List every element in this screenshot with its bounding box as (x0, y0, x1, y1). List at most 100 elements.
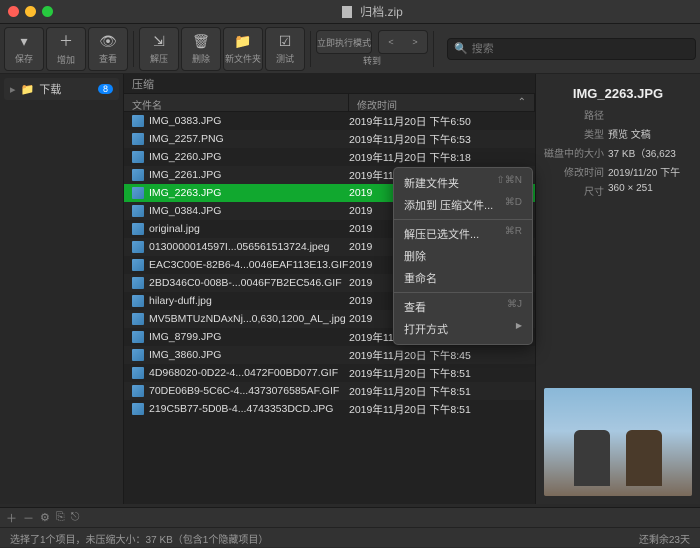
file-time: 2019年11月20日 下午8:18 (349, 150, 527, 165)
search-input[interactable] (472, 43, 689, 55)
info-panel: IMG_2263.JPG 路径 类型预览 文稿 磁盘中的大小37 KB（36,6… (535, 74, 700, 504)
ctx-extract[interactable]: 解压已选文件...⌘R (394, 223, 532, 245)
file-name: IMG_8799.JPG (149, 331, 221, 343)
file-icon (132, 169, 144, 181)
remove-item-button[interactable]: － (23, 510, 34, 526)
tab-compress[interactable]: 压缩 (132, 76, 154, 92)
file-icon (132, 385, 144, 397)
save-button[interactable]: ▾保存 (4, 27, 44, 71)
info-size-label: 磁盘中的大小 (544, 145, 608, 160)
file-name: IMG_2260.JPG (149, 151, 221, 163)
file-icon (132, 187, 144, 199)
save-icon: ▾ (20, 33, 27, 50)
file-row[interactable]: IMG_2260.JPG 2019年11月20日 下午8:18 (124, 148, 535, 166)
col-modtime[interactable]: 修改时间 (349, 94, 535, 111)
info-mtime-label: 修改时间 (544, 164, 608, 179)
file-name: IMG_2257.PNG (149, 133, 224, 145)
extract-button[interactable]: ⇲解压 (139, 27, 179, 71)
ctx-addto[interactable]: 添加到 压缩文件...⌘D (394, 194, 532, 216)
file-name: IMG_2263.JPG (149, 187, 221, 199)
copy-icon[interactable]: ⎘ (56, 511, 65, 524)
ctx-openwith[interactable]: 打开方式 (394, 318, 532, 340)
extract-icon: ⇲ (153, 33, 165, 50)
toolbar: ▾保存 ＋增加 👁查看 ⇲解压 🗑删除 📁新文件夹 ☑测试 立即执行模式 < >… (0, 24, 700, 74)
file-row[interactable]: 70DE06B9-5C6C-4...4373076585AF.GIF2019年1… (124, 382, 535, 400)
col-filename[interactable]: 文件名 (124, 94, 349, 111)
file-row[interactable]: 219C5B77-5D0B-4...4743353DCD.JPG2019年11月… (124, 400, 535, 418)
file-row[interactable]: IMG_2257.PNG 2019年11月20日 下午6:53 (124, 130, 535, 148)
maximize-icon[interactable] (42, 6, 53, 17)
newfolder-button[interactable]: 📁新文件夹 (223, 27, 263, 71)
ctx-view[interactable]: 查看⌘J (394, 296, 532, 318)
test-button[interactable]: ☑测试 (265, 27, 305, 71)
ctx-newfolder[interactable]: 新建文件夹⇧⌘N (394, 172, 532, 194)
ctx-rename[interactable]: 重命名 (394, 267, 532, 289)
sidebar: ▸ 📁 下载 8 (0, 74, 124, 504)
file-time: 2019年11月20日 下午6:53 (349, 132, 527, 147)
link-icon[interactable]: ⎋ (71, 511, 80, 524)
search-icon: 🔍 (454, 42, 468, 55)
file-icon (132, 277, 144, 289)
check-icon: ☑ (279, 33, 292, 50)
file-icon (132, 115, 144, 127)
eye-icon: 👁 (99, 33, 117, 50)
sidebar-badge: 8 (98, 84, 113, 94)
file-icon (132, 241, 144, 253)
archive-icon (342, 6, 352, 18)
minimize-icon[interactable] (25, 6, 36, 17)
info-title: IMG_2263.JPG (544, 82, 692, 105)
file-icon (132, 259, 144, 271)
nav-back-button[interactable]: < (379, 31, 403, 53)
file-name: 70DE06B9-5C6C-4...4373076585AF.GIF (149, 385, 339, 397)
file-icon (132, 223, 144, 235)
info-mtime-value: 2019/11/20 下午 (608, 164, 692, 179)
file-icon (132, 151, 144, 163)
file-time: 2019年11月20日 下午6:50 (349, 114, 527, 129)
remaining-text: 还剩余23天 (639, 531, 690, 546)
file-icon (132, 403, 144, 415)
file-row[interactable]: IMG_3860.JPG2019年11月20日 下午8:45 (124, 346, 535, 364)
info-size-value: 37 KB（36,623 (608, 145, 692, 160)
add-icon: ＋ (59, 31, 73, 51)
file-time: 2019年11月20日 下午8:45 (349, 348, 527, 363)
footer: ＋ － ⚙ ⎘ ⎋ 选择了1个项目，未压缩大小：37 KB（包含1个隐藏项目） … (0, 507, 700, 547)
file-row[interactable]: 4D968020-0D22-4...0472F00BD077.GIF 2019年1… (124, 364, 535, 382)
file-row[interactable]: IMG_0383.JPG 2019年11月20日 下午6:50 (124, 112, 535, 130)
preview-image (544, 388, 692, 496)
nav-forward-button[interactable]: > (403, 31, 427, 53)
file-name: 4D968020-0D22-4...0472F00BD077.GIF (149, 367, 338, 379)
sidebar-item-downloads[interactable]: ▸ 📁 下载 8 (4, 78, 119, 100)
add-item-button[interactable]: ＋ (6, 510, 17, 526)
info-type-value: 预览 文稿 (608, 126, 692, 141)
info-type-label: 类型 (544, 126, 608, 141)
info-path-value (608, 107, 692, 122)
action-button[interactable]: ⚙ (40, 511, 50, 524)
add-button[interactable]: ＋增加 (46, 27, 86, 71)
folder-plus-icon: 📁 (234, 33, 251, 50)
info-path-label: 路径 (544, 107, 608, 122)
file-icon (132, 313, 144, 325)
file-time: 2019年11月20日 下午8:51 (349, 366, 527, 381)
goto-label: 转到 (363, 54, 381, 67)
ctx-delete[interactable]: 删除 (394, 245, 532, 267)
titlebar: 归档.zip (0, 0, 700, 24)
column-headers: 文件名 修改时间 (124, 94, 535, 112)
execmode-button[interactable]: 立即执行模式 (316, 30, 372, 54)
delete-button[interactable]: 🗑删除 (181, 27, 221, 71)
file-name: 0130000014597I...056561513724.jpeg (149, 241, 329, 253)
file-time: 2019年11月20日 下午8:51 (349, 402, 527, 417)
file-icon (132, 331, 144, 343)
title-text: 归档.zip (360, 3, 403, 20)
close-icon[interactable] (8, 6, 19, 17)
search-field[interactable]: 🔍 (447, 38, 696, 60)
info-dim-label: 尺寸 (544, 183, 608, 198)
file-name: original.jpg (149, 223, 200, 235)
window-controls (8, 6, 53, 17)
file-name: IMG_0383.JPG (149, 115, 221, 127)
file-icon (132, 205, 144, 217)
nav-buttons: < > (378, 30, 428, 54)
view-button[interactable]: 👁查看 (88, 27, 128, 71)
sidebar-label: 下载 (39, 81, 61, 97)
status-text: 选择了1个项目，未压缩大小：37 KB（包含1个隐藏项目） (10, 531, 268, 546)
file-name: MV5BMTUzNDAxNj...0,630,1200_AL_.jpg (149, 313, 346, 325)
